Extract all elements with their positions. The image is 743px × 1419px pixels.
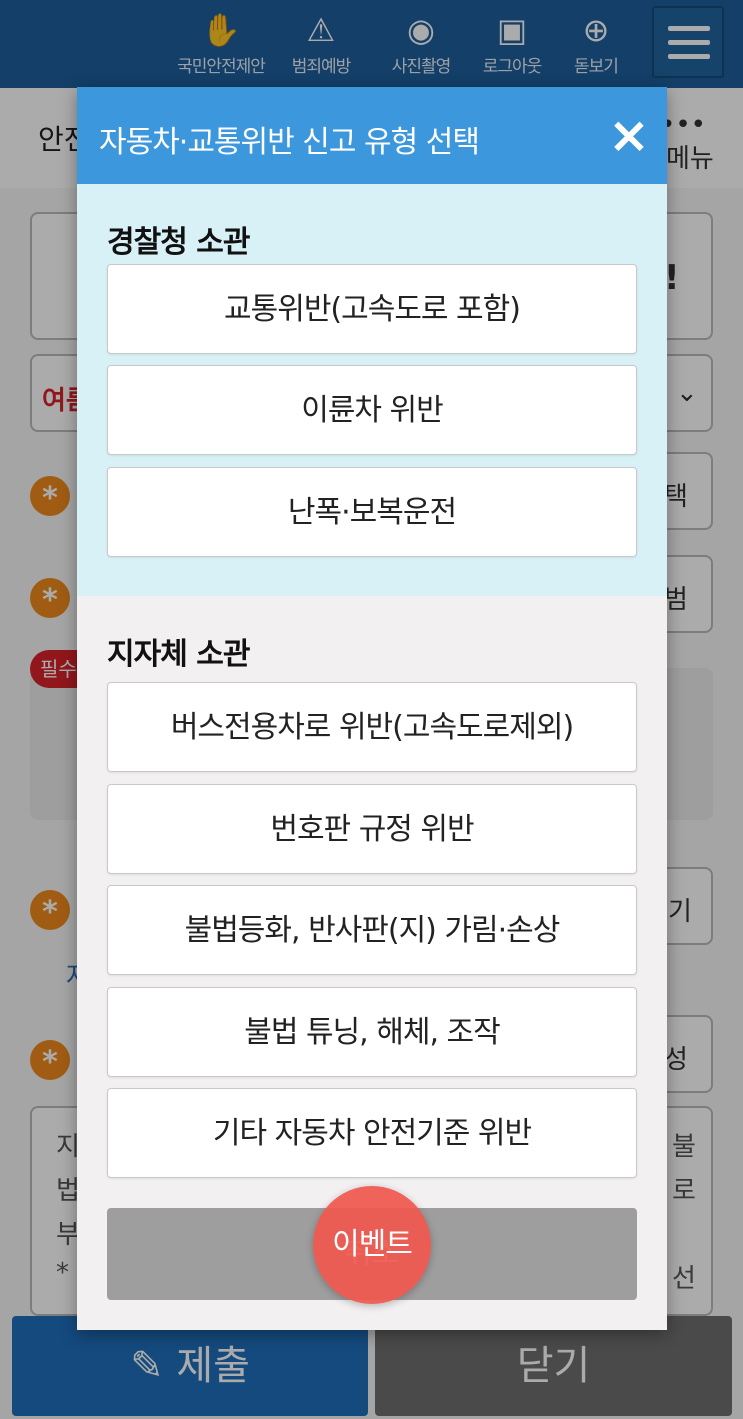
event-floating-button[interactable]: 이벤트 <box>313 1186 431 1304</box>
report-type-modal: 자동차·교통위반 신고 유형 선택 × 경찰청 소관 교통위반(고속도로 포함)… <box>77 87 667 1330</box>
option-motorcycle-violation[interactable]: 이륜차 위반 <box>107 365 637 455</box>
local-section-title: 지자체 소관 <box>107 637 250 672</box>
police-section-title: 경찰청 소관 <box>107 225 250 260</box>
option-bus-lane-violation[interactable]: 버스전용차로 위반(고속도로제외) <box>107 682 637 772</box>
modal-header: 자동차·교통위반 신고 유형 선택 × <box>77 87 667 184</box>
option-reckless-driving[interactable]: 난폭·보복운전 <box>107 467 637 557</box>
close-icon[interactable]: × <box>605 110 653 160</box>
option-license-plate-violation[interactable]: 번호판 규정 위반 <box>107 784 637 874</box>
option-other-safety-standard[interactable]: 기타 자동차 안전기준 위반 <box>107 1088 637 1178</box>
option-illegal-lighting[interactable]: 불법등화, 반사판(지) 가림·손상 <box>107 885 637 975</box>
modal-title: 자동차·교통위반 신고 유형 선택 <box>99 125 480 160</box>
option-illegal-tuning[interactable]: 불법 튜닝, 해체, 조작 <box>107 987 637 1077</box>
police-section: 경찰청 소관 교통위반(고속도로 포함) 이륜차 위반 난폭·보복운전 <box>77 184 667 596</box>
option-traffic-violation[interactable]: 교통위반(고속도로 포함) <box>107 264 637 354</box>
